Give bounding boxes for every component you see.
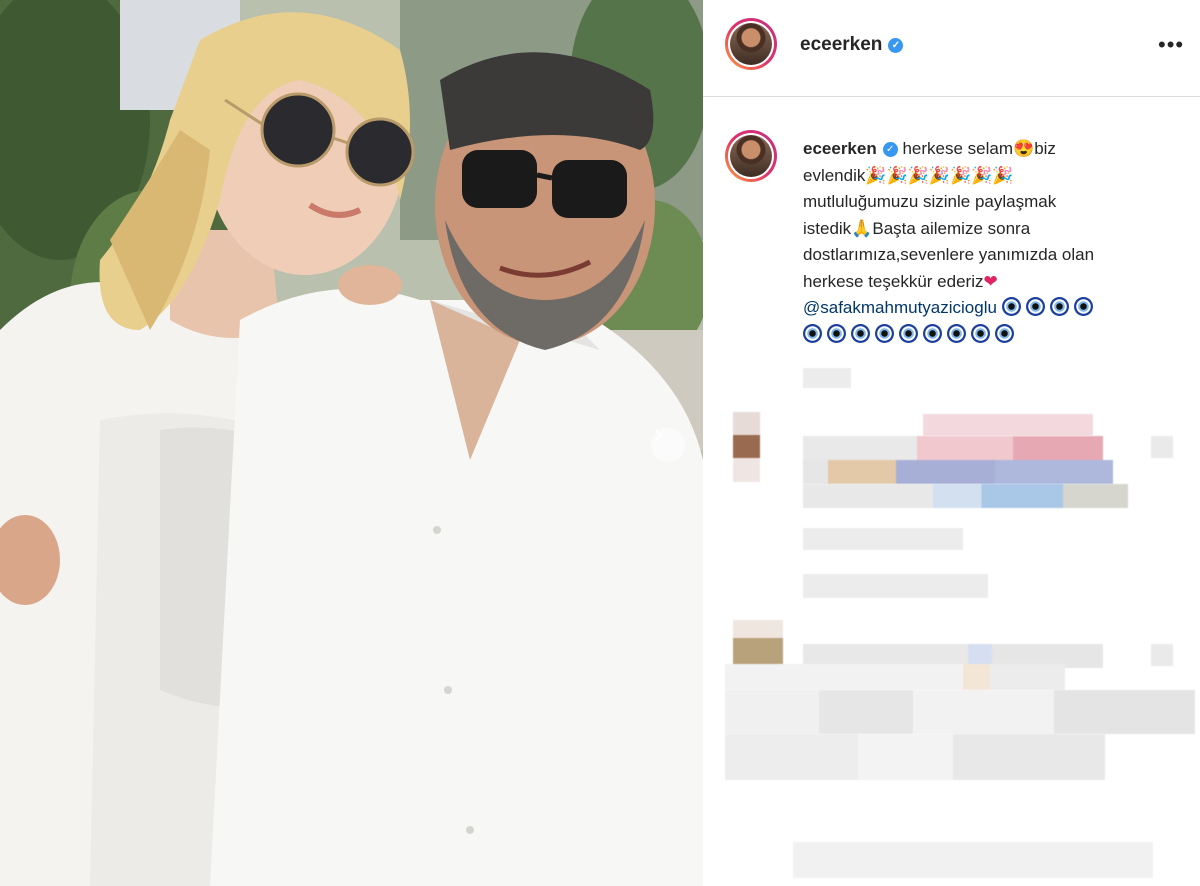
evil-eye-icon: [1001, 297, 1021, 316]
evil-eye-icon: [875, 323, 894, 343]
caption-username[interactable]: eceerken: [803, 139, 877, 158]
header-avatar[interactable]: [725, 18, 777, 70]
evil-eye-icon: [995, 323, 1014, 343]
evil-eye-icon: [1049, 297, 1069, 316]
more-options-icon[interactable]: •••: [1158, 34, 1184, 56]
evil-eye-icon: [971, 323, 990, 343]
redacted-line: [793, 842, 1153, 878]
redacted-line: [803, 528, 963, 550]
redacted-avatar: [733, 620, 783, 665]
redacted-line: [1151, 436, 1173, 458]
praying-hands-icon: 🙏: [851, 218, 873, 238]
caption-text: istedik: [803, 218, 852, 238]
evil-eye-icon: [1025, 297, 1045, 316]
evil-eye-icon: [899, 323, 918, 343]
header-divider: [703, 96, 1200, 97]
caption-text: biz: [1034, 139, 1056, 158]
evil-eye-icon: [803, 323, 822, 343]
party-popper-icon: 🎉: [865, 165, 887, 185]
redacted-line: [1151, 644, 1173, 666]
party-popper-icon: 🎉: [907, 165, 929, 185]
post-side-panel: eceerken ✓ ••• eceerken ✓ herkese selam😍bi…: [703, 0, 1200, 886]
caption-text: dostlarımıza,sevenlere yanımızda olan: [803, 245, 1095, 264]
caption-text: evlendik: [803, 165, 866, 185]
post-photo[interactable]: [0, 0, 703, 886]
party-popper-icon: 🎉: [971, 165, 993, 185]
verified-badge-icon: ✓: [888, 38, 904, 53]
party-popper-icon: 🎉: [992, 165, 1014, 185]
chevron-right-icon: [655, 429, 663, 441]
party-popper-icon: 🎉: [886, 165, 908, 185]
redacted-avatar: [733, 412, 760, 482]
evil-eye-icon: [827, 323, 846, 343]
caption-avatar[interactable]: [725, 130, 777, 182]
redacted-line: [725, 690, 1195, 734]
caption-text: Başta ailemize sonra: [872, 218, 1031, 238]
redacted-timestamp: [803, 368, 851, 388]
party-popper-icon: 🎉: [950, 165, 972, 185]
redacted-line: [803, 460, 1113, 484]
caption-text: herkese teşekkür ederiz: [803, 271, 984, 291]
evil-eye-icon: [851, 323, 870, 343]
carousel-next-button[interactable]: [651, 428, 685, 462]
mention-link[interactable]: @safakmahmutyazicioglu: [803, 298, 997, 317]
evil-eye-icon: [923, 323, 942, 343]
caption-text: herkese selam: [902, 139, 1014, 158]
header-username-row[interactable]: eceerken ✓: [800, 34, 904, 56]
evil-eye-icon: [1073, 297, 1093, 316]
caption: eceerken ✓ herkese selam😍biz evlendik🎉🎉🎉🎉…: [803, 136, 1173, 348]
redacted-line: [725, 664, 1065, 690]
redacted-line: [923, 414, 1093, 436]
caption-text: mutluluğumuzu sizinle paylaşmak: [803, 192, 1057, 211]
header-username[interactable]: eceerken: [800, 34, 882, 55]
redacted-line: [803, 484, 1128, 508]
redacted-line: [803, 436, 1103, 462]
heart-eyes-emoji-icon: 😍: [1013, 139, 1035, 158]
red-heart-icon: ❤: [983, 271, 998, 291]
verified-badge-icon: ✓: [882, 142, 898, 157]
photo-illustration: [0, 0, 703, 886]
redacted-line: [725, 734, 1105, 780]
redacted-line: [803, 574, 988, 598]
party-popper-icon: 🎉: [928, 165, 951, 185]
evil-eye-icon: [947, 323, 966, 343]
